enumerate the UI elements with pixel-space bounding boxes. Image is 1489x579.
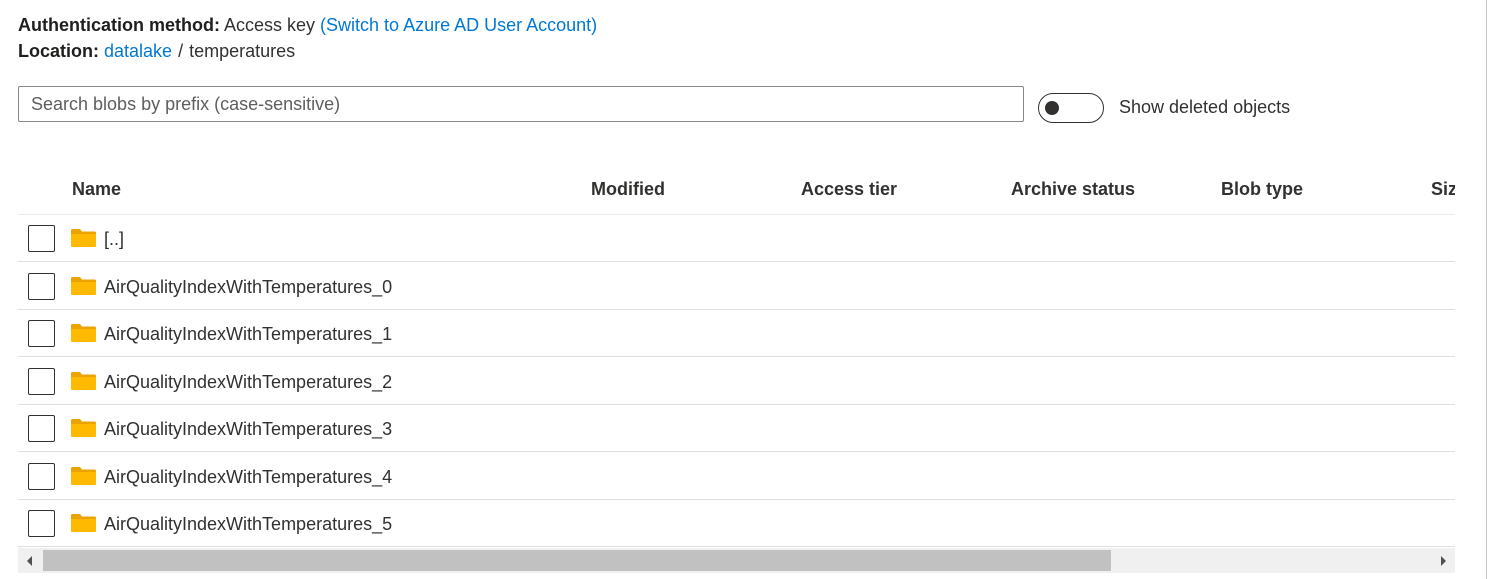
column-header-access-tier[interactable]: Access tier — [801, 177, 897, 201]
location-label: Location: — [18, 41, 99, 61]
scroll-right-arrow-icon[interactable] — [1431, 548, 1455, 573]
row-name[interactable]: AirQualityIndexWithTemperatures_5 — [104, 512, 392, 536]
row-select-checkbox[interactable] — [28, 225, 55, 252]
column-header-archive-status[interactable]: Archive status — [1011, 177, 1135, 201]
search-blobs-input[interactable] — [18, 86, 1024, 122]
table-row[interactable]: [..] — [18, 215, 1455, 262]
row-select-checkbox[interactable] — [28, 320, 55, 347]
switch-auth-link[interactable]: (Switch to Azure AD User Account) — [320, 15, 597, 35]
folder-icon — [71, 324, 96, 342]
folder-icon — [71, 276, 96, 295]
folder-icon — [71, 229, 96, 247]
row-select-checkbox[interactable] — [28, 415, 55, 442]
table-row[interactable]: AirQualityIndexWithTemperatures_1 — [18, 310, 1455, 357]
breadcrumb-container-link[interactable]: datalake — [104, 41, 172, 61]
show-deleted-toggle[interactable] — [1038, 93, 1104, 123]
folder-icon — [71, 466, 96, 485]
location-breadcrumb: Location: datalake / temperatures — [18, 39, 295, 63]
table-row[interactable]: AirQualityIndexWithTemperatures_4 — [18, 453, 1455, 500]
row-name[interactable]: AirQualityIndexWithTemperatures_4 — [104, 465, 392, 489]
auth-method-line: Authentication method: Access key (Switc… — [18, 13, 597, 37]
folder-icon — [71, 419, 96, 437]
breadcrumb-current-folder: temperatures — [189, 41, 296, 61]
row-name[interactable]: AirQualityIndexWithTemperatures_1 — [104, 322, 392, 346]
column-header-modified[interactable]: Modified — [591, 177, 665, 201]
column-header-name[interactable]: Name — [72, 177, 121, 201]
column-header-size[interactable]: Siz — [1431, 177, 1455, 201]
row-name[interactable]: AirQualityIndexWithTemperatures_3 — [104, 417, 392, 441]
panel-divider — [1486, 0, 1487, 579]
row-name[interactable]: AirQualityIndexWithTemperatures_0 — [104, 275, 392, 299]
row-select-checkbox[interactable] — [28, 462, 55, 490]
row-name[interactable]: AirQualityIndexWithTemperatures_2 — [104, 370, 392, 394]
blob-table: Name Modified Access tier Archive status… — [18, 166, 1455, 548]
row-name[interactable]: [..] — [104, 227, 124, 251]
blob-browser-page: Authentication method: Access key (Switc… — [0, 0, 1489, 579]
breadcrumb-separator: / — [178, 41, 184, 61]
row-select-checkbox[interactable] — [28, 272, 55, 300]
table-row[interactable]: AirQualityIndexWithTemperatures_3 — [18, 405, 1455, 452]
scroll-left-arrow-icon[interactable] — [18, 548, 42, 573]
toggle-knob — [1045, 101, 1059, 115]
scrollbar-thumb[interactable] — [43, 550, 1111, 571]
table-header-row: Name Modified Access tier Archive status… — [18, 166, 1455, 215]
column-header-blob-type[interactable]: Blob type — [1221, 177, 1303, 201]
table-row[interactable]: AirQualityIndexWithTemperatures_5 — [18, 500, 1455, 547]
row-select-checkbox[interactable] — [28, 510, 55, 537]
table-row[interactable]: AirQualityIndexWithTemperatures_2 — [18, 358, 1455, 405]
folder-icon — [71, 371, 96, 390]
row-select-checkbox[interactable] — [28, 367, 55, 395]
folder-icon — [71, 514, 96, 532]
auth-method-label: Authentication method: — [18, 15, 220, 35]
auth-method-value: Access key — [224, 15, 316, 35]
horizontal-scrollbar[interactable] — [18, 548, 1455, 573]
show-deleted-label: Show deleted objects — [1119, 97, 1291, 117]
table-row[interactable]: AirQualityIndexWithTemperatures_0 — [18, 263, 1455, 310]
